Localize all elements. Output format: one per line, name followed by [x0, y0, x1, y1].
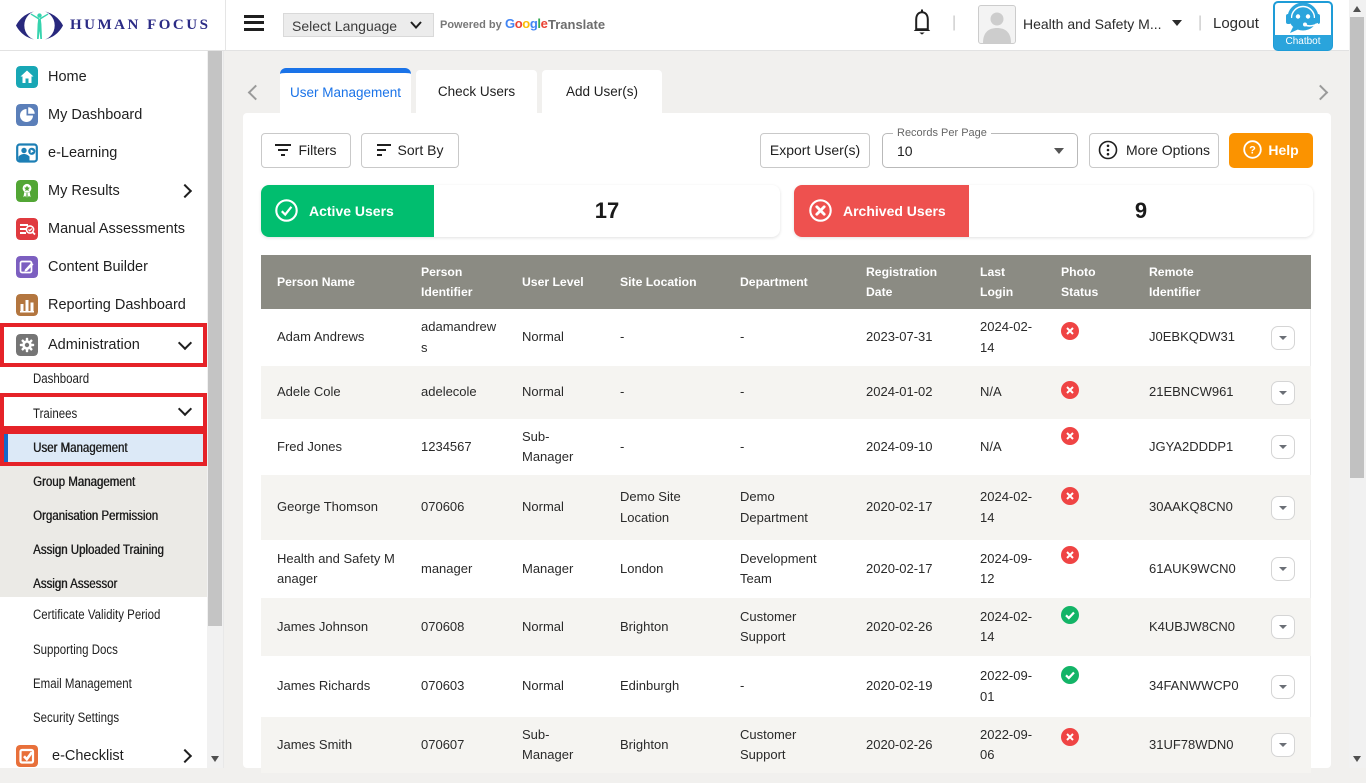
- svg-text:?: ?: [1249, 145, 1256, 157]
